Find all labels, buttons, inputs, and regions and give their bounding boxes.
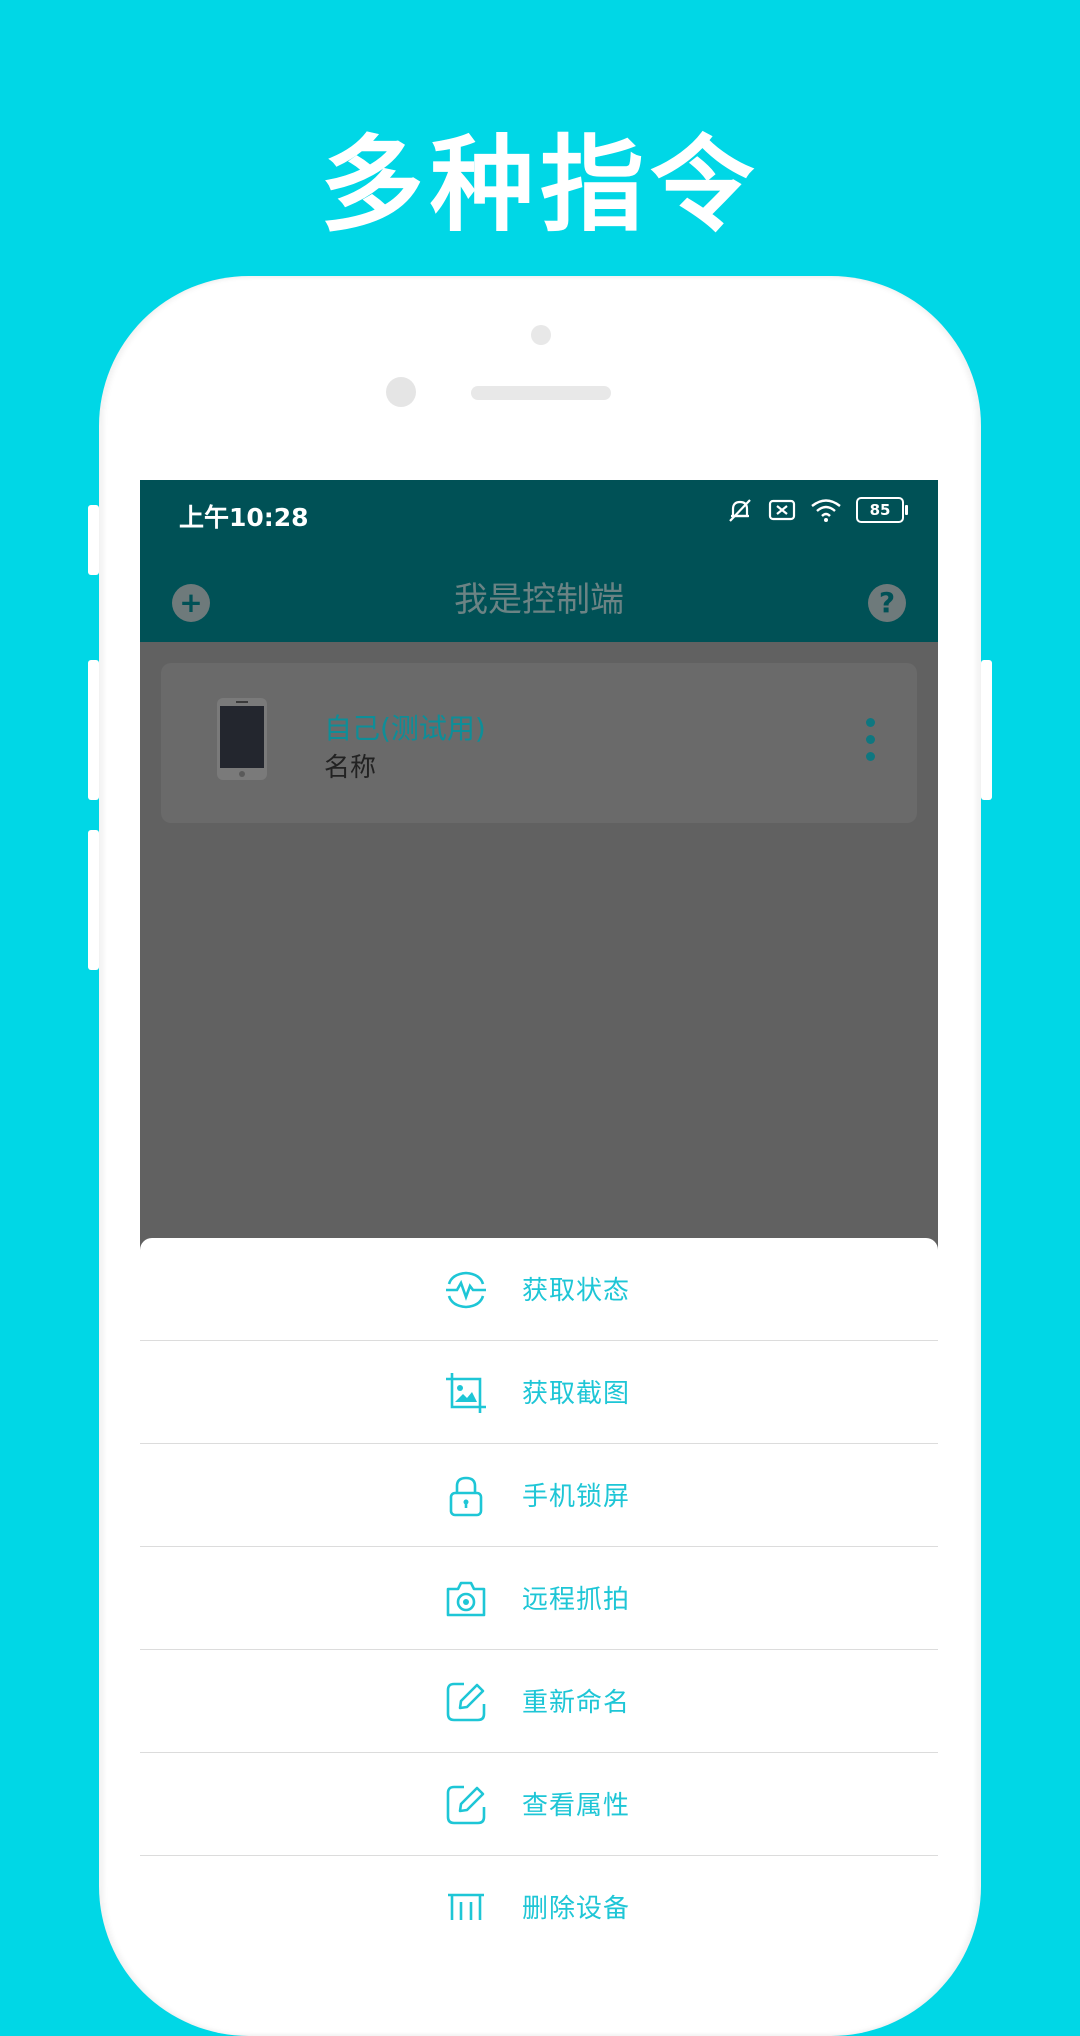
phone-side-button (88, 660, 99, 800)
mute-bell-icon (729, 499, 751, 522)
menu-item-lock-screen[interactable]: 手机锁屏 (140, 1444, 938, 1547)
wifi-icon (811, 499, 841, 522)
status-bar: 上午10:28 85 (140, 480, 938, 550)
app-toolbar: 我是控制端 (140, 550, 938, 642)
phone-sensor (531, 325, 551, 345)
plus-circle-icon[interactable]: + (172, 584, 210, 622)
phone-side-button (88, 830, 99, 970)
phone-speaker (471, 386, 611, 400)
page-title: 我是控制端 (454, 580, 624, 620)
camera-icon (446, 1581, 486, 1617)
phone-device-icon (217, 698, 267, 780)
menu-item-label: 查看属性 (522, 1791, 631, 1821)
action-sheet: 获取状态 获取截图 手机锁屏 远程抓拍 重新命名 查看属性 删除设备 (140, 1238, 938, 1920)
heartbeat-icon (446, 1271, 486, 1309)
menu-item-label: 删除设备 (522, 1894, 631, 1920)
menu-item-get-status[interactable]: 获取状态 (140, 1238, 938, 1341)
more-options-icon[interactable] (863, 718, 877, 768)
menu-item-delete-device[interactable]: 删除设备 (140, 1856, 938, 1920)
menu-item-label: 获取截图 (522, 1379, 631, 1409)
status-time: 上午10:28 (179, 503, 309, 532)
device-card[interactable]: 自己(测试用) 名称 (161, 663, 917, 823)
lock-icon (449, 1476, 483, 1517)
sim-off-icon (768, 499, 796, 521)
device-subtitle: 名称 (324, 753, 377, 783)
edit-icon (446, 1682, 486, 1722)
menu-item-view-properties[interactable]: 查看属性 (140, 1753, 938, 1856)
device-name: 自己(测试用) (324, 712, 486, 745)
phone-side-button (981, 660, 992, 800)
phone-side-button (88, 505, 99, 575)
edit-icon (446, 1785, 486, 1825)
status-icons: 85 (726, 496, 908, 524)
phone-screen: 上午10:28 85 我是控制端 + ? 自己(测试用) 名称 获取状态 获取截… (140, 480, 938, 1920)
trash-icon (448, 1893, 484, 1920)
menu-item-label: 远程抓拍 (522, 1585, 631, 1615)
battery-indicator: 85 (856, 497, 908, 523)
menu-item-rename[interactable]: 重新命名 (140, 1650, 938, 1753)
promo-headline: 多种指令 (319, 124, 760, 246)
crop-image-icon (446, 1373, 486, 1413)
menu-item-label: 获取状态 (522, 1276, 631, 1306)
help-circle-icon[interactable]: ? (868, 584, 906, 622)
menu-item-label: 手机锁屏 (522, 1482, 631, 1512)
menu-item-label: 重新命名 (522, 1688, 631, 1718)
menu-item-remote-capture[interactable]: 远程抓拍 (140, 1547, 938, 1650)
phone-front-camera (386, 377, 416, 407)
menu-item-get-screenshot[interactable]: 获取截图 (140, 1341, 938, 1444)
